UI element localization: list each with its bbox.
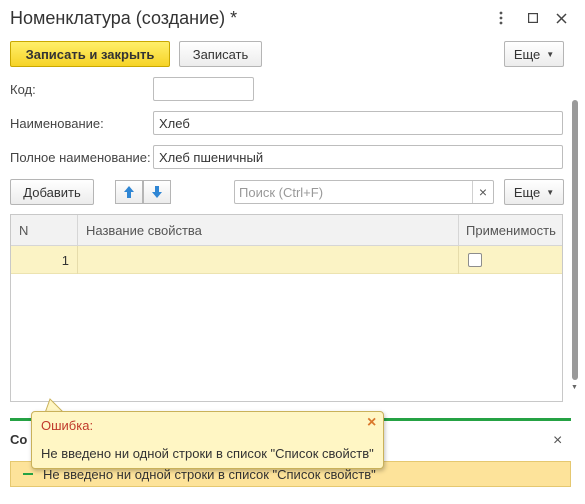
column-header-n[interactable]: N <box>11 215 78 246</box>
fullname-label: Полное наименование: <box>10 150 151 165</box>
tooltip-message: Не введено ни одной строки в список "Спи… <box>41 446 374 461</box>
arrow-up-icon <box>124 186 134 198</box>
move-up-button[interactable] <box>115 180 143 204</box>
table-header: N Название свойства Применимость <box>11 215 562 246</box>
search-input[interactable]: Поиск (Ctrl+F) <box>234 180 494 204</box>
column-header-name[interactable]: Название свойства <box>78 215 459 246</box>
messages-panel-title: Со <box>10 432 28 447</box>
minus-icon <box>23 473 33 475</box>
search-placeholder: Поиск (Ctrl+F) <box>239 184 324 200</box>
table-more-button[interactable]: Еще ▼ <box>504 179 564 205</box>
clear-search-icon[interactable]: × <box>472 181 493 203</box>
tooltip-title: Ошибка: <box>41 418 94 433</box>
move-down-button[interactable] <box>143 180 171 204</box>
save-and-close-button[interactable]: Записать и закрыть <box>10 41 170 67</box>
row-name-cell[interactable] <box>78 246 459 274</box>
code-field[interactable] <box>153 77 254 101</box>
tooltip-close-icon[interactable]: × <box>367 414 376 432</box>
close-icon[interactable] <box>553 10 569 26</box>
save-button[interactable]: Записать <box>179 41 262 67</box>
window-title: Номенклатура (создание) * <box>10 8 238 28</box>
scroll-down-icon[interactable]: ▼ <box>571 384 578 391</box>
more-vert-icon[interactable] <box>493 10 509 26</box>
fullname-field[interactable]: Хлеб пшеничный <box>153 145 563 169</box>
table-more-label: Еще <box>513 184 541 200</box>
add-button[interactable]: Добавить <box>10 179 94 205</box>
name-field[interactable]: Хлеб <box>153 111 563 135</box>
error-tooltip: Ошибка: × Не введено ни одной строки в с… <box>31 411 384 469</box>
column-header-applicable[interactable]: Применимость <box>459 215 563 246</box>
applicable-checkbox[interactable] <box>468 253 482 267</box>
scrollbar-thumb[interactable] <box>572 100 578 380</box>
arrow-down-icon <box>152 186 162 198</box>
name-label: Наименование: <box>10 116 104 131</box>
messages-close-icon[interactable]: × <box>553 432 562 450</box>
chevron-down-icon: ▼ <box>546 49 555 59</box>
row-applicable-cell[interactable] <box>459 246 563 274</box>
more-button[interactable]: Еще ▼ <box>504 41 564 67</box>
properties-table[interactable]: N Название свойства Применимость 1 <box>10 214 563 402</box>
row-number: 1 <box>11 246 78 274</box>
table-row[interactable]: 1 <box>11 246 562 274</box>
maximize-icon[interactable] <box>525 10 541 26</box>
code-label: Код: <box>10 82 36 97</box>
more-button-label: Еще <box>513 46 541 62</box>
chevron-down-icon: ▼ <box>546 187 555 197</box>
